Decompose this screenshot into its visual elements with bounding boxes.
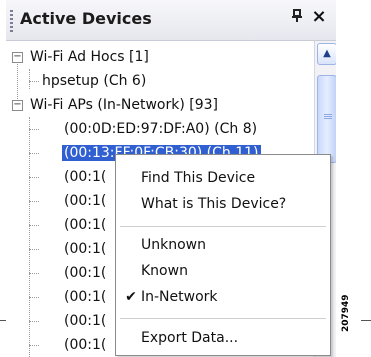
tree-item[interactable]: (00:1( [64, 189, 106, 213]
tree-connector [29, 81, 39, 82]
menu-item-in-network[interactable]: ✔ In-Network [116, 284, 330, 310]
menu-item-what-is-device[interactable]: What is This Device? [116, 191, 330, 217]
thumb-grip-icon [324, 114, 332, 120]
collapse-icon[interactable]: − [12, 52, 23, 63]
pin-icon[interactable] [289, 9, 307, 27]
figure-rule [361, 320, 371, 321]
tree-connector [29, 129, 39, 130]
tree-item[interactable]: (00:1( [64, 237, 106, 261]
menu-item-find-device[interactable]: Find This Device [116, 165, 330, 191]
figure-id: 207949 [341, 292, 355, 332]
checkmark-icon: ✔ [125, 289, 137, 305]
tree-connector [29, 249, 39, 250]
tree-connector [29, 273, 39, 274]
figure-id-text: 207949 [341, 294, 351, 332]
panel-titlebar: Active Devices × [6, 0, 336, 41]
collapse-icon[interactable]: − [12, 100, 23, 111]
tree-connector [17, 58, 18, 101]
tree-connector [29, 297, 39, 298]
tree-connector [29, 321, 39, 322]
active-devices-panel: Active Devices × − Wi-Fi Ad Hocs [1] hps… [6, 0, 336, 357]
tree-item[interactable]: (00:1( [64, 285, 106, 309]
drag-grip-icon[interactable] [10, 10, 13, 32]
figure-rule [0, 320, 6, 321]
tree-item[interactable]: hpsetup (Ch 6) [42, 69, 146, 93]
tree-item[interactable]: (00:1( [64, 333, 106, 357]
scroll-up-icon[interactable]: ▲ [317, 43, 336, 65]
tree-connector [29, 177, 39, 178]
menu-item-export-data[interactable]: Export Data... [116, 325, 330, 351]
tree-connector [29, 201, 39, 202]
menu-item-label: Export Data... [141, 330, 239, 346]
menu-item-label: In-Network [141, 289, 218, 305]
tree-connector [29, 345, 39, 346]
tree-connector [29, 153, 39, 154]
menu-item-label: Find This Device [141, 170, 256, 186]
menu-item-label: Known [141, 263, 188, 279]
tree-connector [29, 69, 30, 89]
menu-separator [120, 318, 326, 319]
menu-item-unknown[interactable]: Unknown [116, 232, 330, 258]
tree-item[interactable]: (00:1( [64, 165, 106, 189]
context-menu: Find This Device What is This Device? Un… [115, 154, 331, 356]
tree-item[interactable]: (00:1( [64, 261, 106, 285]
tree-connector [29, 225, 39, 226]
menu-item-label: Unknown [141, 237, 206, 253]
tree-item[interactable]: (00:0D:ED:97:DF:A0) (Ch 8) [64, 117, 257, 141]
tree-item[interactable]: (00:1( [64, 309, 106, 333]
panel-title: Active Devices [20, 9, 152, 28]
menu-item-known[interactable]: Known [116, 258, 330, 284]
menu-separator [120, 226, 326, 227]
scrollbar-thumb[interactable] [317, 75, 336, 163]
tree-group-label: Wi-Fi Ad Hocs [1] [30, 49, 149, 65]
tree-item[interactable]: (00:1( [64, 213, 106, 237]
menu-item-label: What is This Device? [141, 196, 287, 212]
close-icon[interactable]: × [310, 7, 328, 27]
tree-group-label: Wi-Fi APs (In-Network) [93] [30, 97, 218, 113]
